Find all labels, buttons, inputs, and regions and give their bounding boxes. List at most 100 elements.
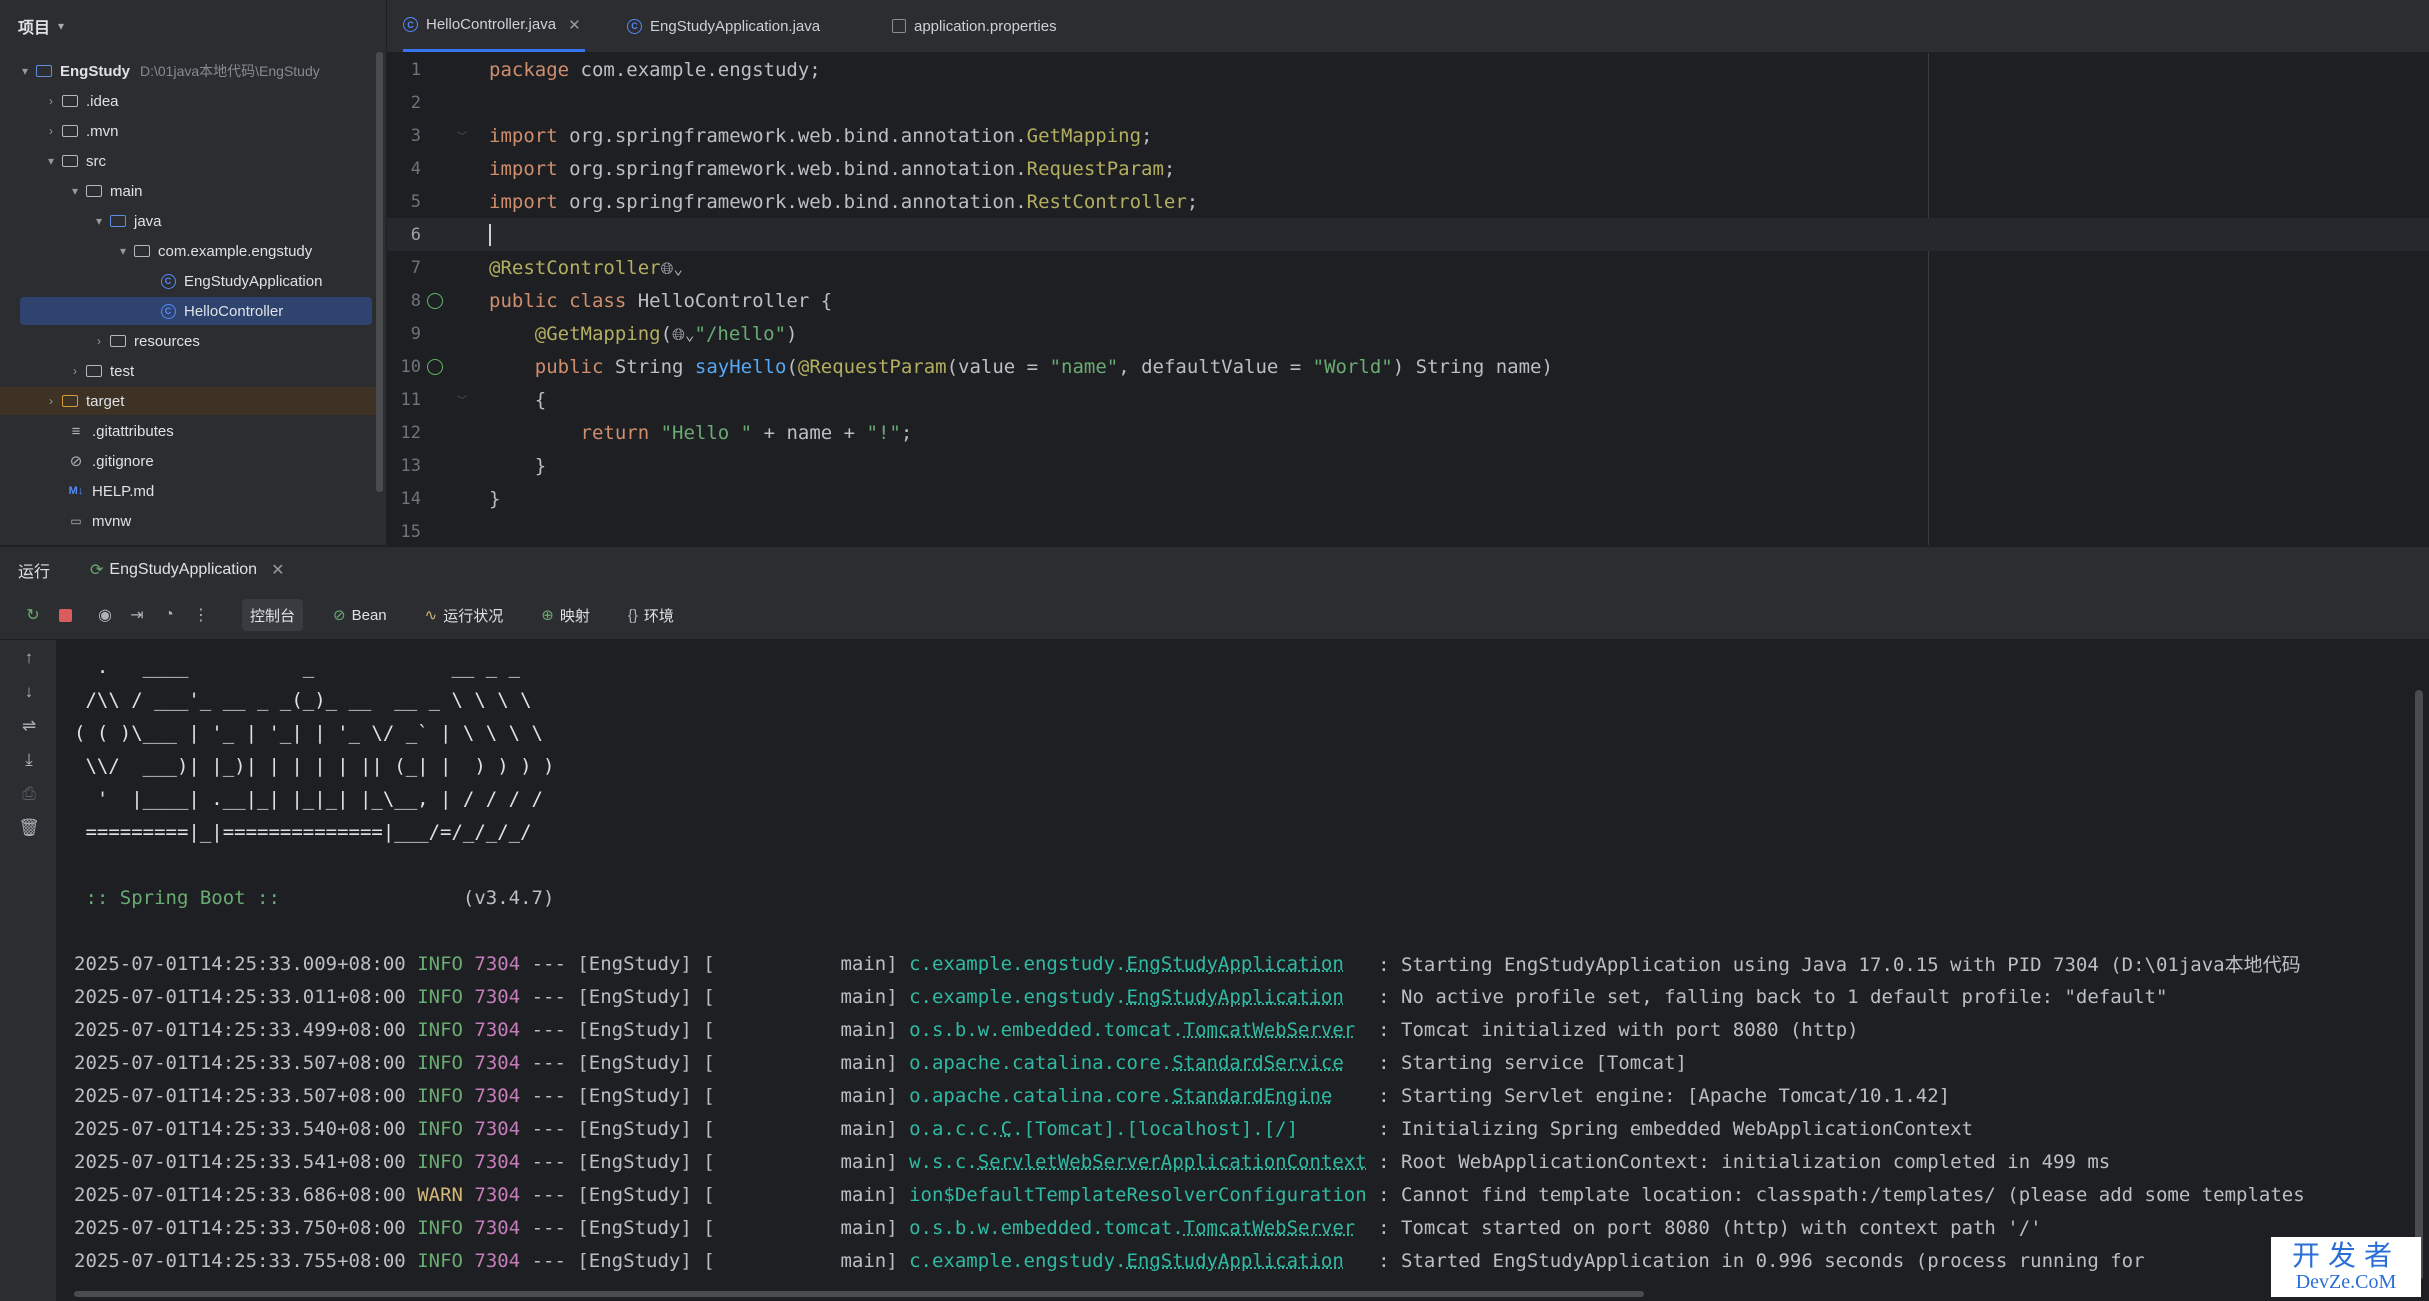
chevron-down-icon[interactable]: ▾: [42, 154, 60, 168]
profiler-icon[interactable]: ◔: [158, 604, 180, 626]
scroll-to-end-icon[interactable]: ⤓: [18, 750, 40, 772]
chevron-down-icon[interactable]: ▾: [58, 19, 64, 33]
tree-item-main[interactable]: ▾ main: [66, 177, 143, 205]
code-line-current[interactable]: 6: [387, 218, 2429, 251]
tree-item-package[interactable]: ▾ com.example.engstudy: [114, 237, 312, 265]
project-panel-header[interactable]: 项目 ▾: [0, 0, 386, 52]
log-logger-class[interactable]: EngStudyApplication: [1126, 986, 1343, 1008]
log-line[interactable]: 2025-07-01T14:25:33.540+08:00 INFO 7304 …: [74, 1112, 1973, 1145]
console-scrollbar[interactable]: [2415, 690, 2423, 1280]
log-line[interactable]: 2025-07-01T14:25:33.686+08:00 WARN 7304 …: [74, 1178, 2305, 1211]
tree-item-target[interactable]: › target: [0, 387, 376, 415]
project-scrollbar[interactable]: [376, 52, 383, 492]
close-icon[interactable]: ✕: [271, 560, 284, 580]
tab-hellocontroller[interactable]: C HelloController.java ✕: [403, 0, 585, 52]
log-pid: 7304: [474, 1084, 521, 1107]
chevron-right-icon[interactable]: ›: [42, 394, 60, 408]
chevron-right-icon[interactable]: ›: [66, 364, 84, 378]
tree-item-mvn[interactable]: › .mvn: [42, 117, 119, 145]
tree-item-idea[interactable]: › .idea: [42, 87, 119, 115]
code-line[interactable]: 15: [387, 515, 2429, 545]
tab-mappings[interactable]: ⊕ 映射: [533, 599, 598, 631]
code-line[interactable]: 9 @GetMapping(🌐︎⌄"/hello"): [387, 317, 2429, 350]
chevron-right-icon[interactable]: ›: [42, 94, 60, 108]
code-line[interactable]: 13 }: [387, 449, 2429, 482]
log-logger-class[interactable]: EngStudyApplication: [1126, 1250, 1343, 1272]
code-line[interactable]: 11 ﹀ {: [387, 383, 2429, 416]
tab-engstudyapplication[interactable]: C EngStudyApplication.java: [627, 0, 820, 52]
chevron-down-icon[interactable]: ▾: [90, 214, 108, 228]
endpoint-gutter-icon[interactable]: [427, 358, 443, 375]
tree-item-engstudyapplication[interactable]: C EngStudyApplication: [158, 267, 322, 295]
log-thread: --- [EngStudy] [ main]: [520, 1249, 910, 1272]
code-editor[interactable]: 1 package com.example.engstudy; 2 3 ﹀ im…: [387, 53, 2429, 545]
console-output[interactable]: . ____ _ __ _ _ /\\ / ___'_ __ _ _(_)_ _…: [56, 640, 2429, 1301]
log-line[interactable]: 2025-07-01T14:25:33.755+08:00 INFO 7304 …: [74, 1244, 2145, 1277]
stop-button[interactable]: [54, 604, 76, 626]
tree-item-java[interactable]: ▾ java: [90, 207, 162, 235]
code-line[interactable]: 2: [387, 86, 2429, 119]
chevron-down-icon[interactable]: ▾: [114, 244, 132, 258]
fold-icon[interactable]: ﹀: [457, 392, 467, 407]
spring-bean-gutter-icon[interactable]: [427, 292, 443, 309]
code-line[interactable]: 3 ﹀ import org.springframework.web.bind.…: [387, 119, 2429, 152]
log-logger-class[interactable]: ServletWebServerApplicationContext: [978, 1151, 1367, 1173]
code-line[interactable]: 4 import org.springframework.web.bind.an…: [387, 152, 2429, 185]
tab-application-properties[interactable]: application.properties: [892, 0, 1057, 52]
tab-environment[interactable]: {} 环境: [620, 599, 682, 631]
log-line[interactable]: 2025-07-01T14:25:33.507+08:00 INFO 7304 …: [74, 1079, 1950, 1112]
code-line[interactable]: 5 import org.springframework.web.bind.an…: [387, 185, 2429, 218]
log-logger-class[interactable]: StandardService: [1172, 1052, 1344, 1074]
web-globe-icon[interactable]: 🌐︎⌄: [672, 325, 694, 344]
code-line[interactable]: 1 package com.example.engstudy;: [387, 53, 2429, 86]
run-config-tab[interactable]: ⟳ EngStudyApplication ✕: [90, 560, 284, 580]
code-line[interactable]: 12 return "Hello " + name + "!";: [387, 416, 2429, 449]
camera-icon[interactable]: ◉: [94, 604, 116, 626]
tree-item-resources[interactable]: › resources: [90, 327, 200, 355]
rerun-icon[interactable]: ↻: [22, 604, 44, 626]
tab-health[interactable]: ∿ 运行状况: [417, 599, 512, 631]
log-logger-class[interactable]: C: [1001, 1118, 1012, 1140]
dump-threads-icon[interactable]: ⇥: [126, 604, 148, 626]
trash-icon[interactable]: 🗑︎: [18, 818, 40, 840]
tree-item-engstudy[interactable]: ▾ EngStudy D:\01java本地代码\EngStudy: [16, 57, 320, 85]
close-icon[interactable]: ✕: [568, 16, 581, 34]
log-line[interactable]: 2025-07-01T14:25:33.011+08:00 INFO 7304 …: [74, 980, 2167, 1013]
log-logger-class[interactable]: TomcatWebServer: [1184, 1217, 1356, 1239]
log-logger: o.apache.catalina.core.: [909, 1051, 1173, 1074]
console-horizontal-scrollbar[interactable]: [74, 1291, 1644, 1297]
tree-item-mvnw[interactable]: ▭ mvnw: [66, 507, 131, 535]
chevron-down-icon[interactable]: ▾: [16, 64, 34, 78]
soft-wrap-icon[interactable]: ⇌: [18, 716, 40, 738]
code-line[interactable]: 10 public String sayHello(@RequestParam(…: [387, 350, 2429, 383]
more-icon[interactable]: ⋮: [190, 604, 212, 626]
web-globe-icon[interactable]: 🌐︎⌄: [661, 259, 683, 278]
tree-item-gitattributes[interactable]: ≡ .gitattributes: [66, 417, 174, 445]
log-line[interactable]: 2025-07-01T14:25:33.499+08:00 INFO 7304 …: [74, 1013, 1859, 1046]
tree-item-gitignore[interactable]: ⊘ .gitignore: [66, 447, 154, 475]
chevron-right-icon[interactable]: ›: [90, 334, 108, 348]
log-line[interactable]: 2025-07-01T14:25:33.507+08:00 INFO 7304 …: [74, 1046, 1687, 1079]
log-line[interactable]: 2025-07-01T14:25:33.009+08:00 INFO 7304 …: [74, 947, 2301, 980]
log-logger-class[interactable]: TomcatWebServer: [1184, 1019, 1356, 1041]
tree-item-test[interactable]: › test: [66, 357, 134, 385]
tree-item-src[interactable]: ▾ src: [42, 147, 106, 175]
code-line[interactable]: 14 }: [387, 482, 2429, 515]
fold-icon[interactable]: ﹀: [457, 128, 467, 143]
code-line[interactable]: 7 @RestController🌐︎⌄: [387, 251, 2429, 284]
keyword: import: [489, 190, 558, 213]
tab-console[interactable]: 控制台: [242, 599, 304, 631]
log-logger-class[interactable]: StandardEngine: [1172, 1085, 1332, 1107]
log-line[interactable]: 2025-07-01T14:25:33.541+08:00 INFO 7304 …: [74, 1145, 2110, 1178]
arrow-up-icon[interactable]: ↑: [18, 648, 40, 670]
print-icon[interactable]: ⎙: [18, 784, 40, 806]
tree-item-hellocontroller[interactable]: C HelloController: [20, 297, 372, 325]
tree-item-help-md[interactable]: M↓ HELP.md: [66, 477, 155, 505]
tab-bean[interactable]: ⊘ Bean: [325, 599, 395, 631]
chevron-down-icon[interactable]: ▾: [66, 184, 84, 198]
log-line[interactable]: 2025-07-01T14:25:33.750+08:00 INFO 7304 …: [74, 1211, 2042, 1244]
chevron-right-icon[interactable]: ›: [42, 124, 60, 138]
code-line[interactable]: 8 public class HelloController {: [387, 284, 2429, 317]
log-logger-class[interactable]: EngStudyApplication: [1126, 953, 1343, 975]
arrow-down-icon[interactable]: ↓: [18, 682, 40, 704]
